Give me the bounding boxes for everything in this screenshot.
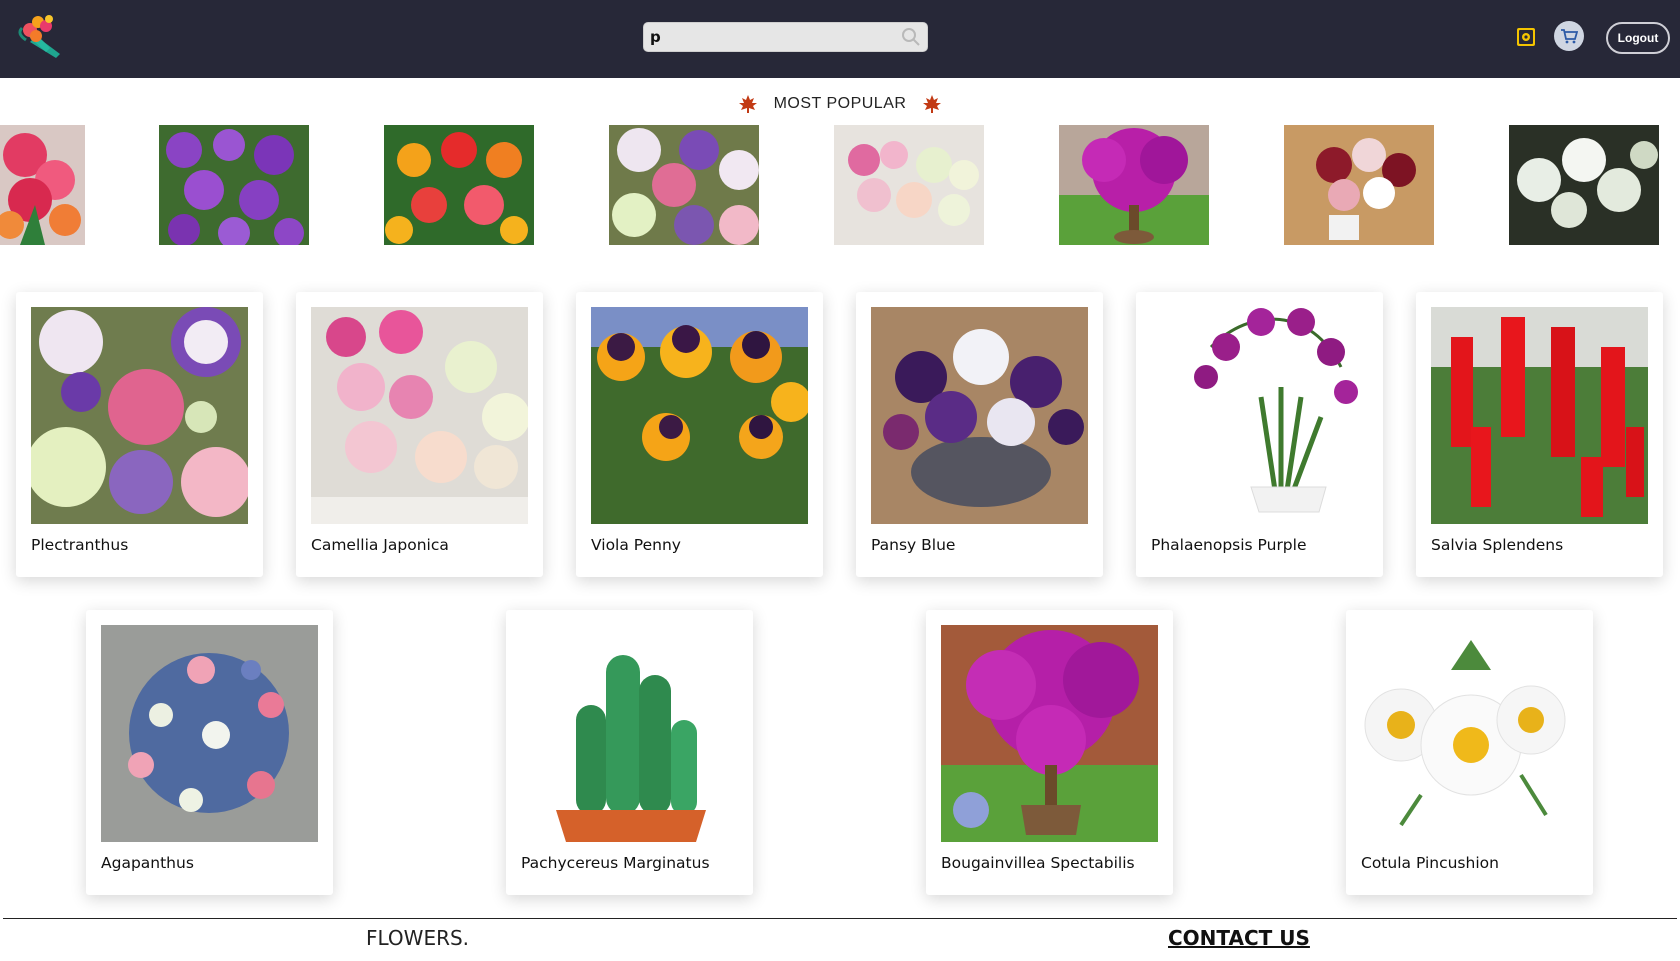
bouquet-logo[interactable] <box>16 12 68 60</box>
product-card[interactable]: Camellia Japonica <box>296 292 543 577</box>
popular-image[interactable] <box>1284 125 1434 245</box>
popular-image[interactable] <box>384 125 534 245</box>
search-icon[interactable] <box>901 27 921 47</box>
product-image[interactable] <box>1361 625 1578 842</box>
cart-icon <box>1560 28 1578 44</box>
popular-image[interactable] <box>834 125 984 245</box>
product-image[interactable] <box>101 625 318 842</box>
product-card[interactable]: Bougainvillea Spectabilis <box>926 610 1173 895</box>
product-image[interactable] <box>1151 307 1368 524</box>
product-name[interactable]: Salvia Splendens <box>1431 536 1563 554</box>
product-name[interactable]: Viola Penny <box>591 536 681 554</box>
product-card[interactable]: Cotula Pincushion <box>1346 610 1593 895</box>
top-navbar: Logout <box>0 0 1680 78</box>
admin-settings-icon[interactable] <box>1516 27 1536 47</box>
product-card[interactable]: Agapanthus <box>86 610 333 895</box>
logout-button[interactable]: Logout <box>1606 22 1670 54</box>
maple-leaf-icon <box>922 94 942 114</box>
popular-image[interactable] <box>1509 125 1659 245</box>
most-popular-carousel <box>0 125 1680 245</box>
product-image[interactable] <box>941 625 1158 842</box>
product-image[interactable] <box>311 307 528 524</box>
product-card[interactable]: Phalaenopsis Purple <box>1136 292 1383 577</box>
popular-image[interactable] <box>609 125 759 245</box>
product-name[interactable]: Phalaenopsis Purple <box>1151 536 1307 554</box>
product-image[interactable] <box>521 625 738 842</box>
popular-image[interactable] <box>159 125 309 245</box>
product-name[interactable]: Camellia Japonica <box>311 536 449 554</box>
contact-us-link[interactable]: CONTACT US <box>1168 926 1310 950</box>
product-card[interactable]: Salvia Splendens <box>1416 292 1663 577</box>
product-image[interactable] <box>871 307 1088 524</box>
product-name[interactable]: Pansy Blue <box>871 536 955 554</box>
product-name[interactable]: Pachycereus Marginatus <box>521 854 710 872</box>
maple-leaf-icon <box>738 94 758 114</box>
product-image[interactable] <box>591 307 808 524</box>
product-image[interactable] <box>31 307 248 524</box>
product-name[interactable]: Bougainvillea Spectabilis <box>941 854 1135 872</box>
search-input[interactable] <box>644 23 894 51</box>
most-popular-title: MOST POPULAR <box>773 95 907 112</box>
footer-brand: FLOWERS. <box>366 926 470 950</box>
most-popular-heading: MOST POPULAR <box>0 92 1680 116</box>
product-card[interactable]: Pansy Blue <box>856 292 1103 577</box>
product-name[interactable]: Plectranthus <box>31 536 128 554</box>
product-name[interactable]: Cotula Pincushion <box>1361 854 1499 872</box>
popular-image[interactable] <box>0 125 85 245</box>
product-card[interactable]: Viola Penny <box>576 292 823 577</box>
product-image[interactable] <box>1431 307 1648 524</box>
product-card[interactable]: Plectranthus <box>16 292 263 577</box>
cart-button[interactable] <box>1554 21 1584 51</box>
product-name[interactable]: Agapanthus <box>101 854 194 872</box>
footer-divider <box>3 918 1677 919</box>
popular-image[interactable] <box>1059 125 1209 245</box>
product-card[interactable]: Pachycereus Marginatus <box>506 610 753 895</box>
search-bar[interactable] <box>643 22 928 52</box>
